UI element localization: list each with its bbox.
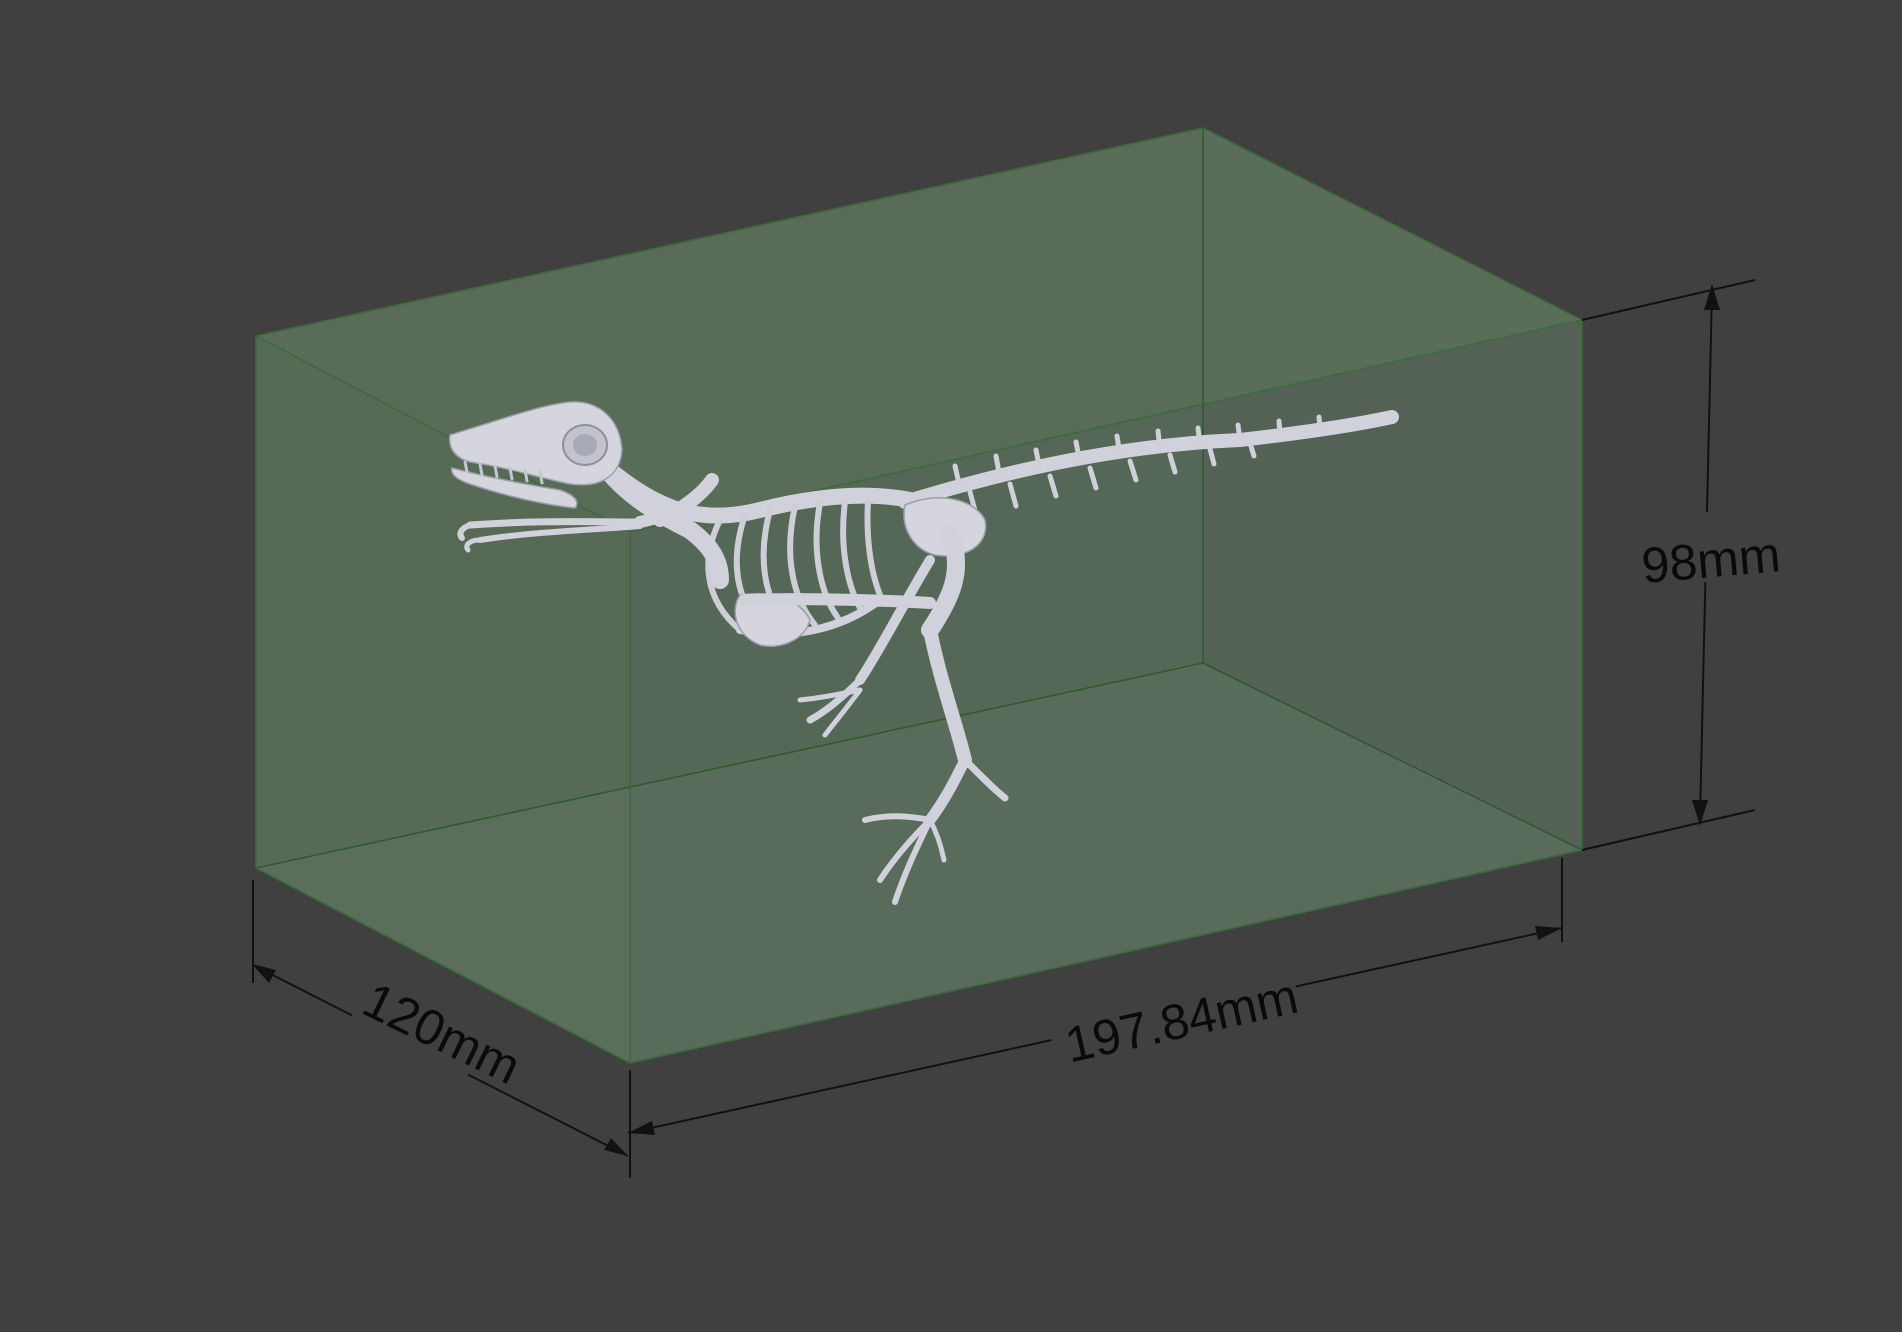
bounding-box: [255, 127, 1585, 1064]
scene-canvas: 98mm 120mm 197.84mm: [252, 127, 1783, 1178]
depth-arrow-back: [252, 964, 276, 983]
height-extension-top: [1581, 279, 1756, 321]
height-dimension: 98mm: [1581, 279, 1783, 851]
3d-viewport[interactable]: 98mm 120mm 197.84mm: [0, 0, 1902, 1332]
depth-arrow-front: [604, 1138, 628, 1156]
width-arrow-left: [628, 1121, 655, 1135]
height-label: 98mm: [1639, 526, 1782, 594]
height-extension-bottom: [1581, 809, 1756, 851]
width-arrow-right: [1535, 926, 1562, 940]
